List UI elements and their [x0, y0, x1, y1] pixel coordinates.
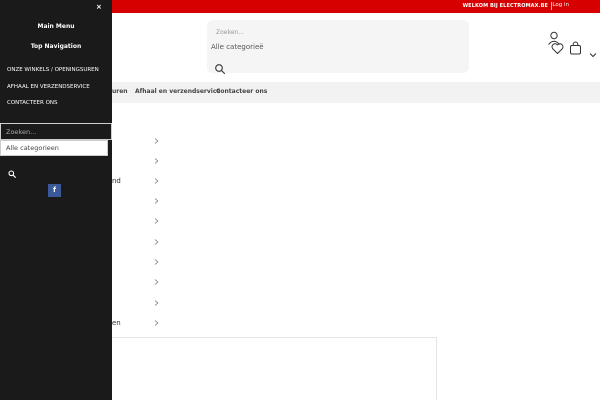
search-icon [8, 170, 16, 178]
search-icon [215, 64, 226, 75]
chevron-down-icon [589, 53, 597, 58]
login-link[interactable]: Log in [552, 2, 569, 8]
drawer-search-input[interactable] [0, 123, 112, 140]
chevron-right-icon[interactable] [154, 178, 159, 184]
welcome-text: WELKOM BIJ ELECTROMAX.BE [462, 3, 548, 9]
chevron-right-icon[interactable] [154, 198, 159, 204]
heart-icon [551, 43, 564, 54]
chevron-right-icon[interactable] [154, 320, 159, 326]
drawer-item-winkels[interactable]: ONZE WINKELS / OPENINGSUREN [7, 67, 99, 73]
cart-dropdown-toggle[interactable] [589, 43, 597, 58]
chevron-right-icon[interactable] [154, 158, 159, 164]
wishlist-button[interactable] [551, 40, 564, 54]
header-search-input[interactable] [216, 26, 456, 38]
shopping-bag-icon [570, 41, 581, 55]
drawer-item-contact[interactable]: CONTACTEER ONS [7, 100, 58, 106]
category-label-fragment[interactable]: nd [112, 177, 121, 185]
chevron-right-icon[interactable] [154, 279, 159, 285]
facebook-icon[interactable]: f [48, 184, 61, 197]
chevron-right-icon[interactable] [154, 218, 159, 224]
chevron-right-icon[interactable] [154, 239, 159, 245]
top-navigation-heading[interactable]: Top Navigation [0, 43, 112, 50]
drawer-item-afhaal[interactable]: AFHAAL EN VERZENDSERVICE [7, 84, 90, 90]
chevron-right-icon[interactable] [154, 259, 159, 265]
nav-item-openingsuren[interactable]: uren [112, 88, 128, 95]
close-drawer-button[interactable]: × [96, 3, 102, 11]
drawer-category-select[interactable]: Alle categorieen [0, 140, 108, 156]
content-panel [100, 337, 437, 400]
header-search-button[interactable] [214, 60, 226, 75]
drawer-search-button[interactable] [8, 163, 16, 178]
chevron-right-icon[interactable] [154, 300, 159, 306]
chevron-right-icon[interactable] [154, 138, 159, 144]
main-menu-heading[interactable]: Main Menu [0, 23, 112, 30]
header-category-select[interactable]: Alle categorieë [211, 43, 264, 51]
mobile-menu-drawer: × Main Menu Top Navigation ONZE WINKELS … [0, 0, 112, 400]
cart-button[interactable] [569, 40, 582, 55]
header-search-box: Alle categorieë [207, 20, 469, 75]
nav-item-contact[interactable]: Contacteer ons [216, 88, 267, 95]
category-label-fragment[interactable]: en [112, 319, 121, 327]
nav-item-afhaal[interactable]: Afhaal en verzendservice [135, 88, 220, 95]
